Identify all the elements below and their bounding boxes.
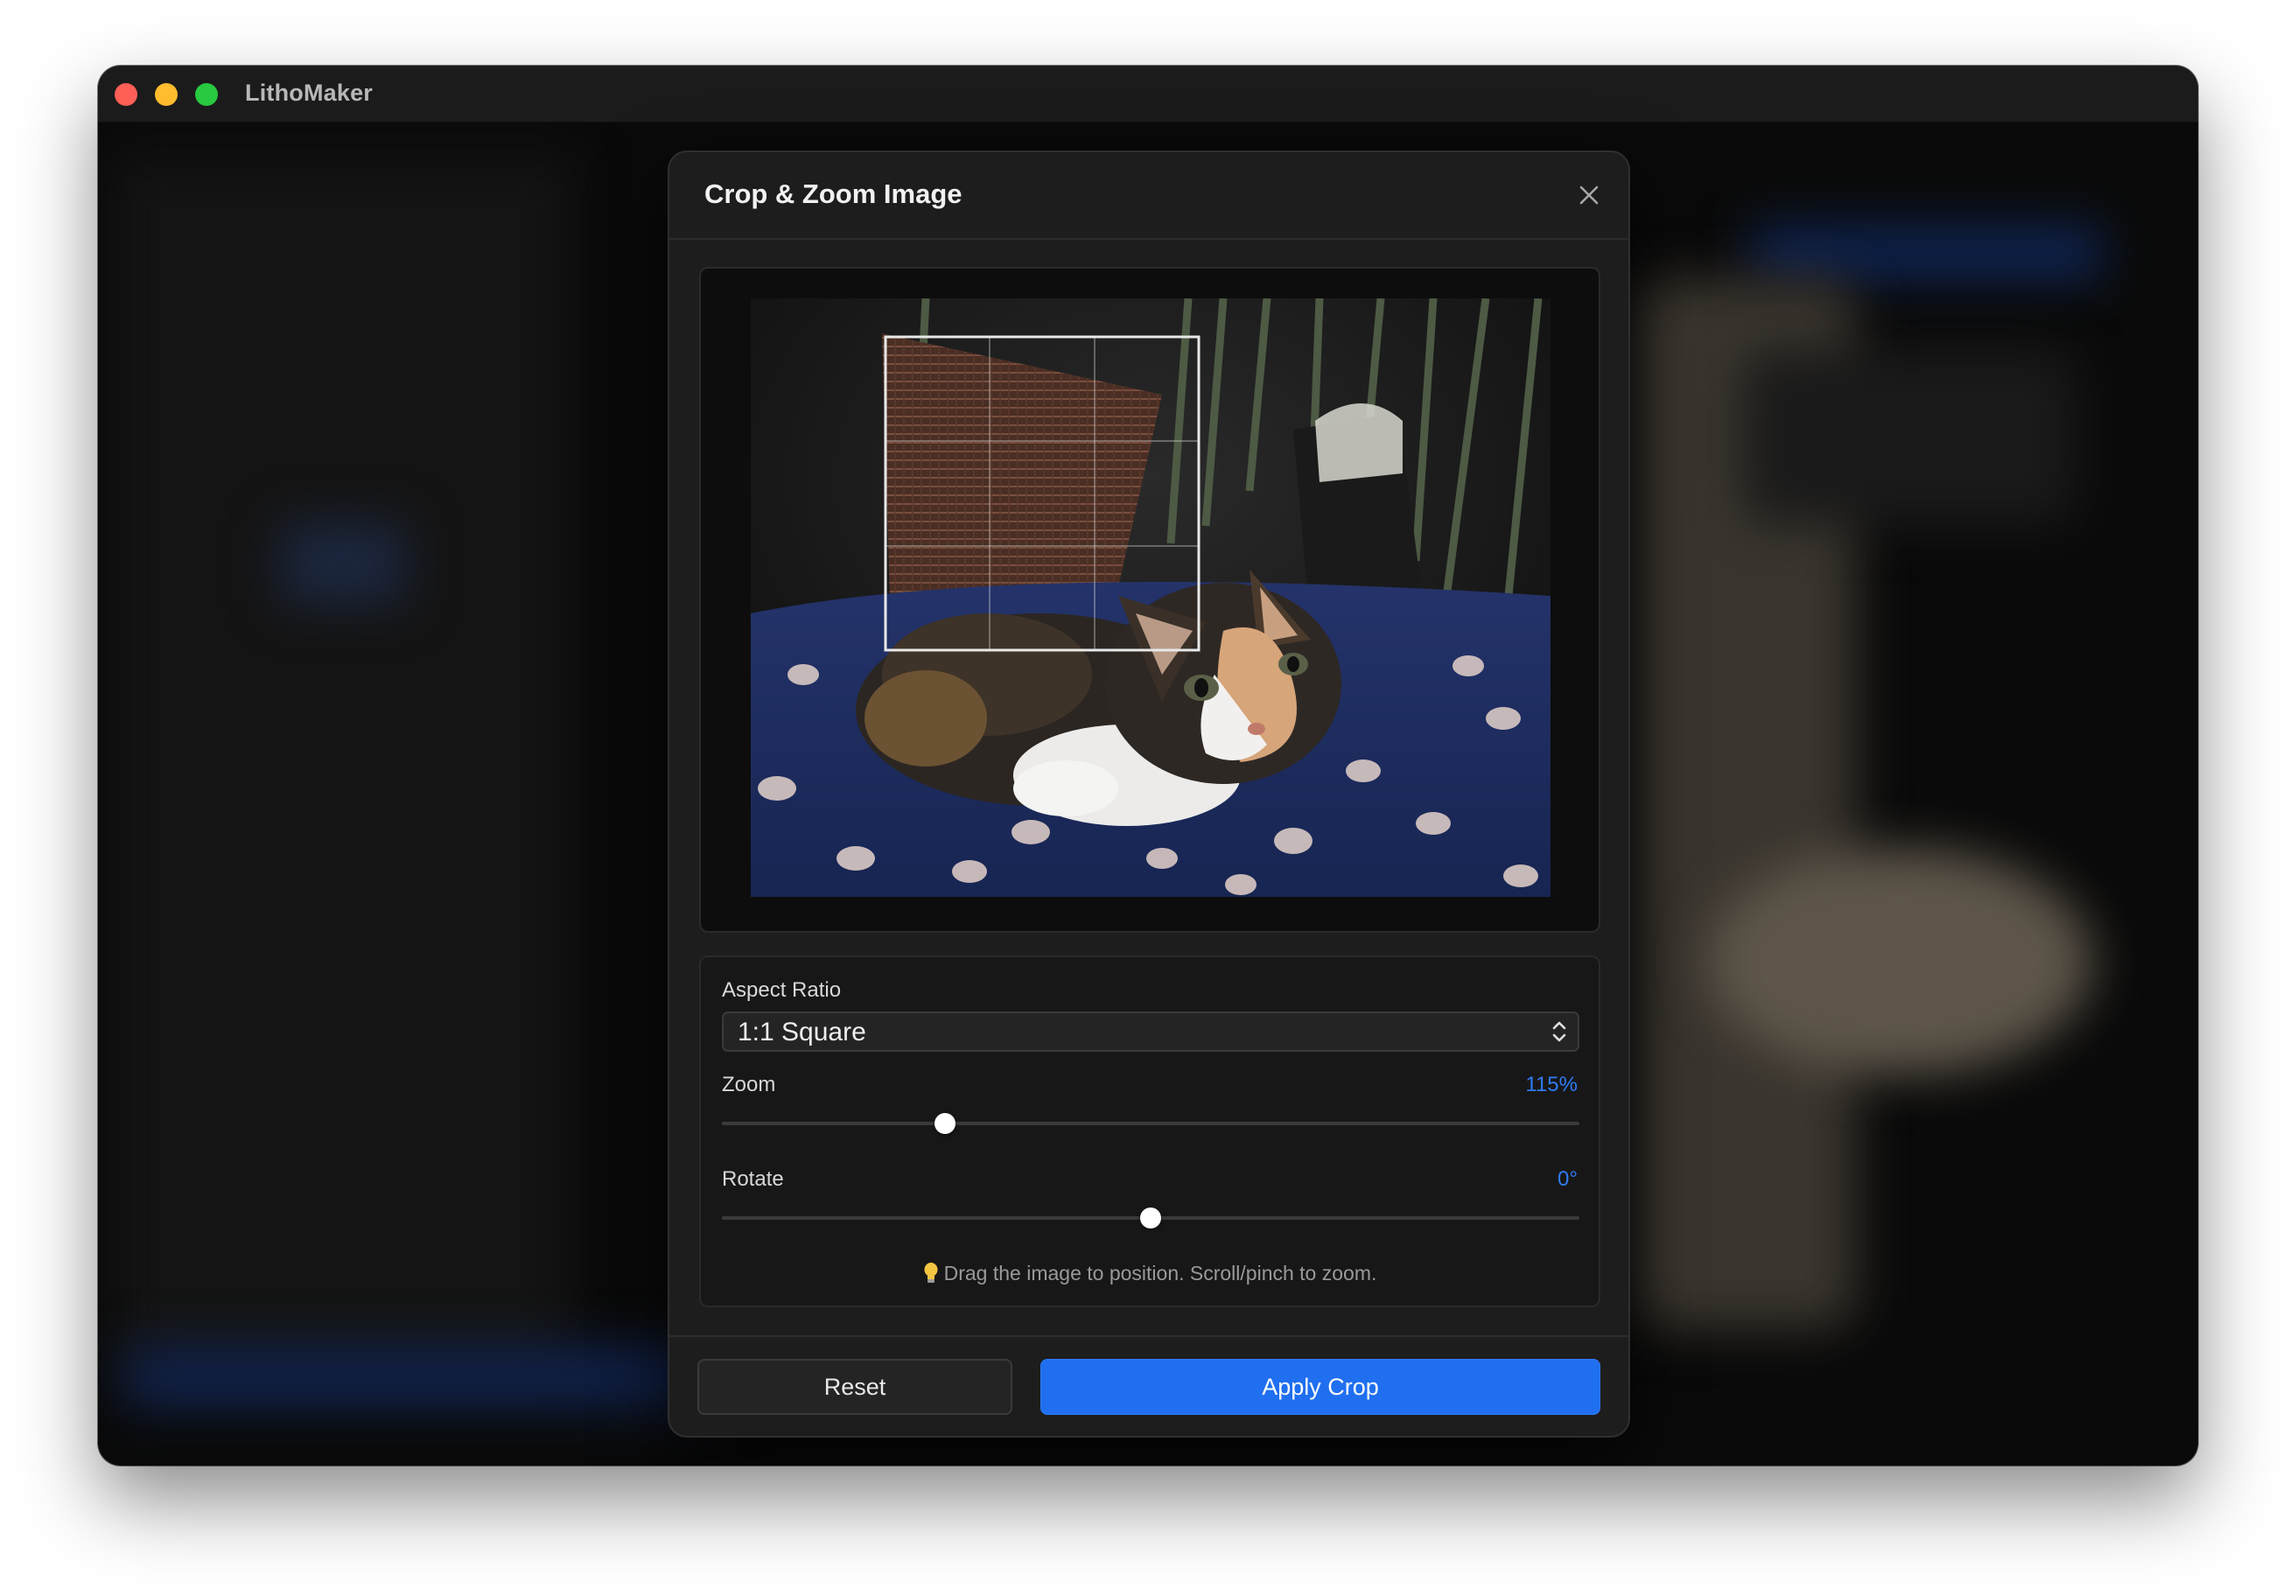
chevron-up-down-icon — [1552, 1021, 1566, 1042]
blurred-primary-button — [124, 1347, 737, 1408]
close-window-button[interactable] — [115, 83, 137, 106]
blurred-sidebar-highlight — [282, 524, 404, 603]
blurred-shape — [1743, 349, 2076, 524]
dialog-footer: Reset Apply Crop — [669, 1335, 1628, 1436]
app-window: LithoMaker Crop & Zoom Image Aspect Rati… — [98, 66, 2198, 1466]
title-bar: LithoMaker — [98, 66, 2198, 122]
controls-panel: Aspect Ratio 1:1 Square Zoom 115% Rotate… — [699, 956, 1600, 1307]
app-title: LithoMaker — [245, 80, 374, 106]
blurred-photo-shape — [1708, 848, 2093, 1075]
zoom-label: Zoom — [722, 1073, 776, 1096]
lightbulb-icon — [924, 1263, 938, 1283]
hint-row: Drag the image to position. Scroll/pinch… — [701, 1262, 1599, 1285]
crop-zoom-dialog: Crop & Zoom Image Aspect Ratio 1:1 Squar… — [668, 150, 1630, 1438]
hint-text: Drag the image to position. Scroll/pinch… — [943, 1262, 1377, 1284]
apply-crop-button[interactable]: Apply Crop — [1040, 1359, 1600, 1415]
zoom-slider-thumb[interactable] — [934, 1113, 956, 1134]
zoom-window-button[interactable] — [195, 83, 218, 106]
zoom-slider-track[interactable] — [722, 1122, 1579, 1125]
zoom-value: 115% — [1525, 1073, 1578, 1096]
minimize-window-button[interactable] — [155, 83, 178, 106]
dialog-header: Crop & Zoom Image — [669, 152, 1628, 240]
aspect-ratio-label: Aspect Ratio — [722, 978, 842, 1002]
rotate-value: 0° — [1558, 1167, 1578, 1191]
crop-frame[interactable] — [701, 269, 1599, 931]
blurred-top-button — [1752, 227, 2102, 279]
reset-button[interactable]: Reset — [697, 1359, 1012, 1415]
aspect-ratio-select[interactable]: 1:1 Square — [722, 1012, 1579, 1052]
close-icon[interactable] — [1576, 182, 1602, 208]
aspect-ratio-value: 1:1 Square — [738, 1018, 866, 1046]
image-preview-area[interactable] — [699, 267, 1600, 933]
rotate-label: Rotate — [722, 1167, 784, 1191]
dialog-title: Crop & Zoom Image — [704, 178, 962, 209]
blurred-sidebar — [116, 157, 570, 1382]
rotate-slider-thumb[interactable] — [1140, 1208, 1161, 1228]
